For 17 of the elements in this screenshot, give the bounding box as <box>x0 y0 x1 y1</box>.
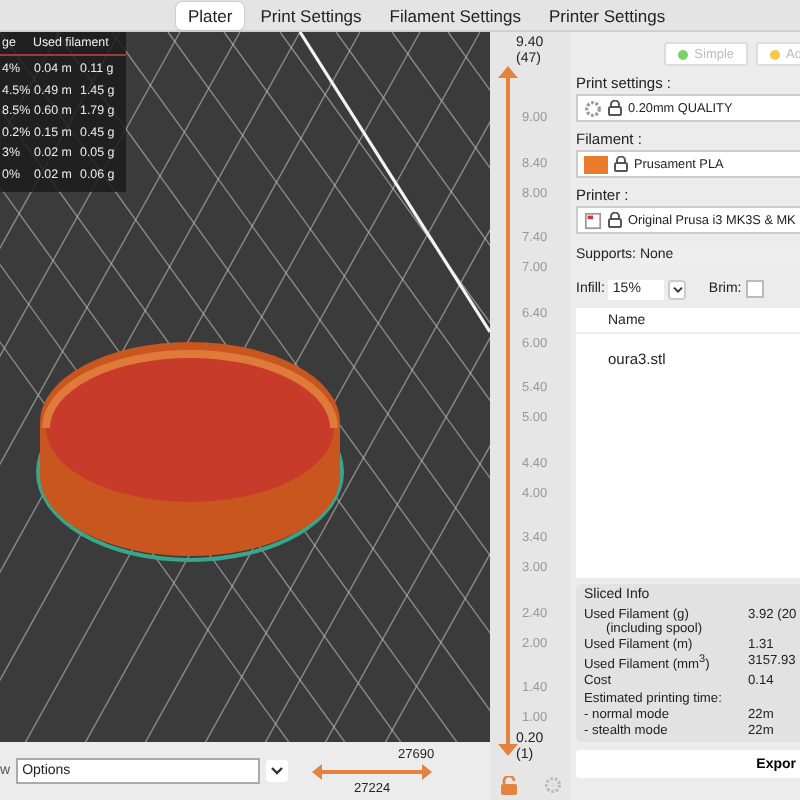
lock-icon <box>614 156 628 172</box>
caret-icon <box>671 285 684 293</box>
horizontal-slider[interactable] <box>310 761 435 781</box>
printer-icon <box>584 211 602 229</box>
caret-icon <box>270 766 285 776</box>
brim-checkbox[interactable] <box>745 280 764 298</box>
tab[interactable]: Print Settings <box>248 1 374 29</box>
dropdown-button[interactable] <box>668 279 687 299</box>
tab[interactable]: Printer Settings <box>536 1 678 29</box>
lock-icon <box>608 100 622 116</box>
tab[interactable]: Filament Settings <box>377 1 533 29</box>
lock-icon[interactable] <box>500 776 518 796</box>
tab[interactable]: Plater <box>176 1 245 29</box>
gear-icon[interactable] <box>544 776 562 794</box>
gear-icon <box>584 99 602 117</box>
lock-icon <box>608 212 622 228</box>
dropdown-button[interactable] <box>266 760 289 782</box>
